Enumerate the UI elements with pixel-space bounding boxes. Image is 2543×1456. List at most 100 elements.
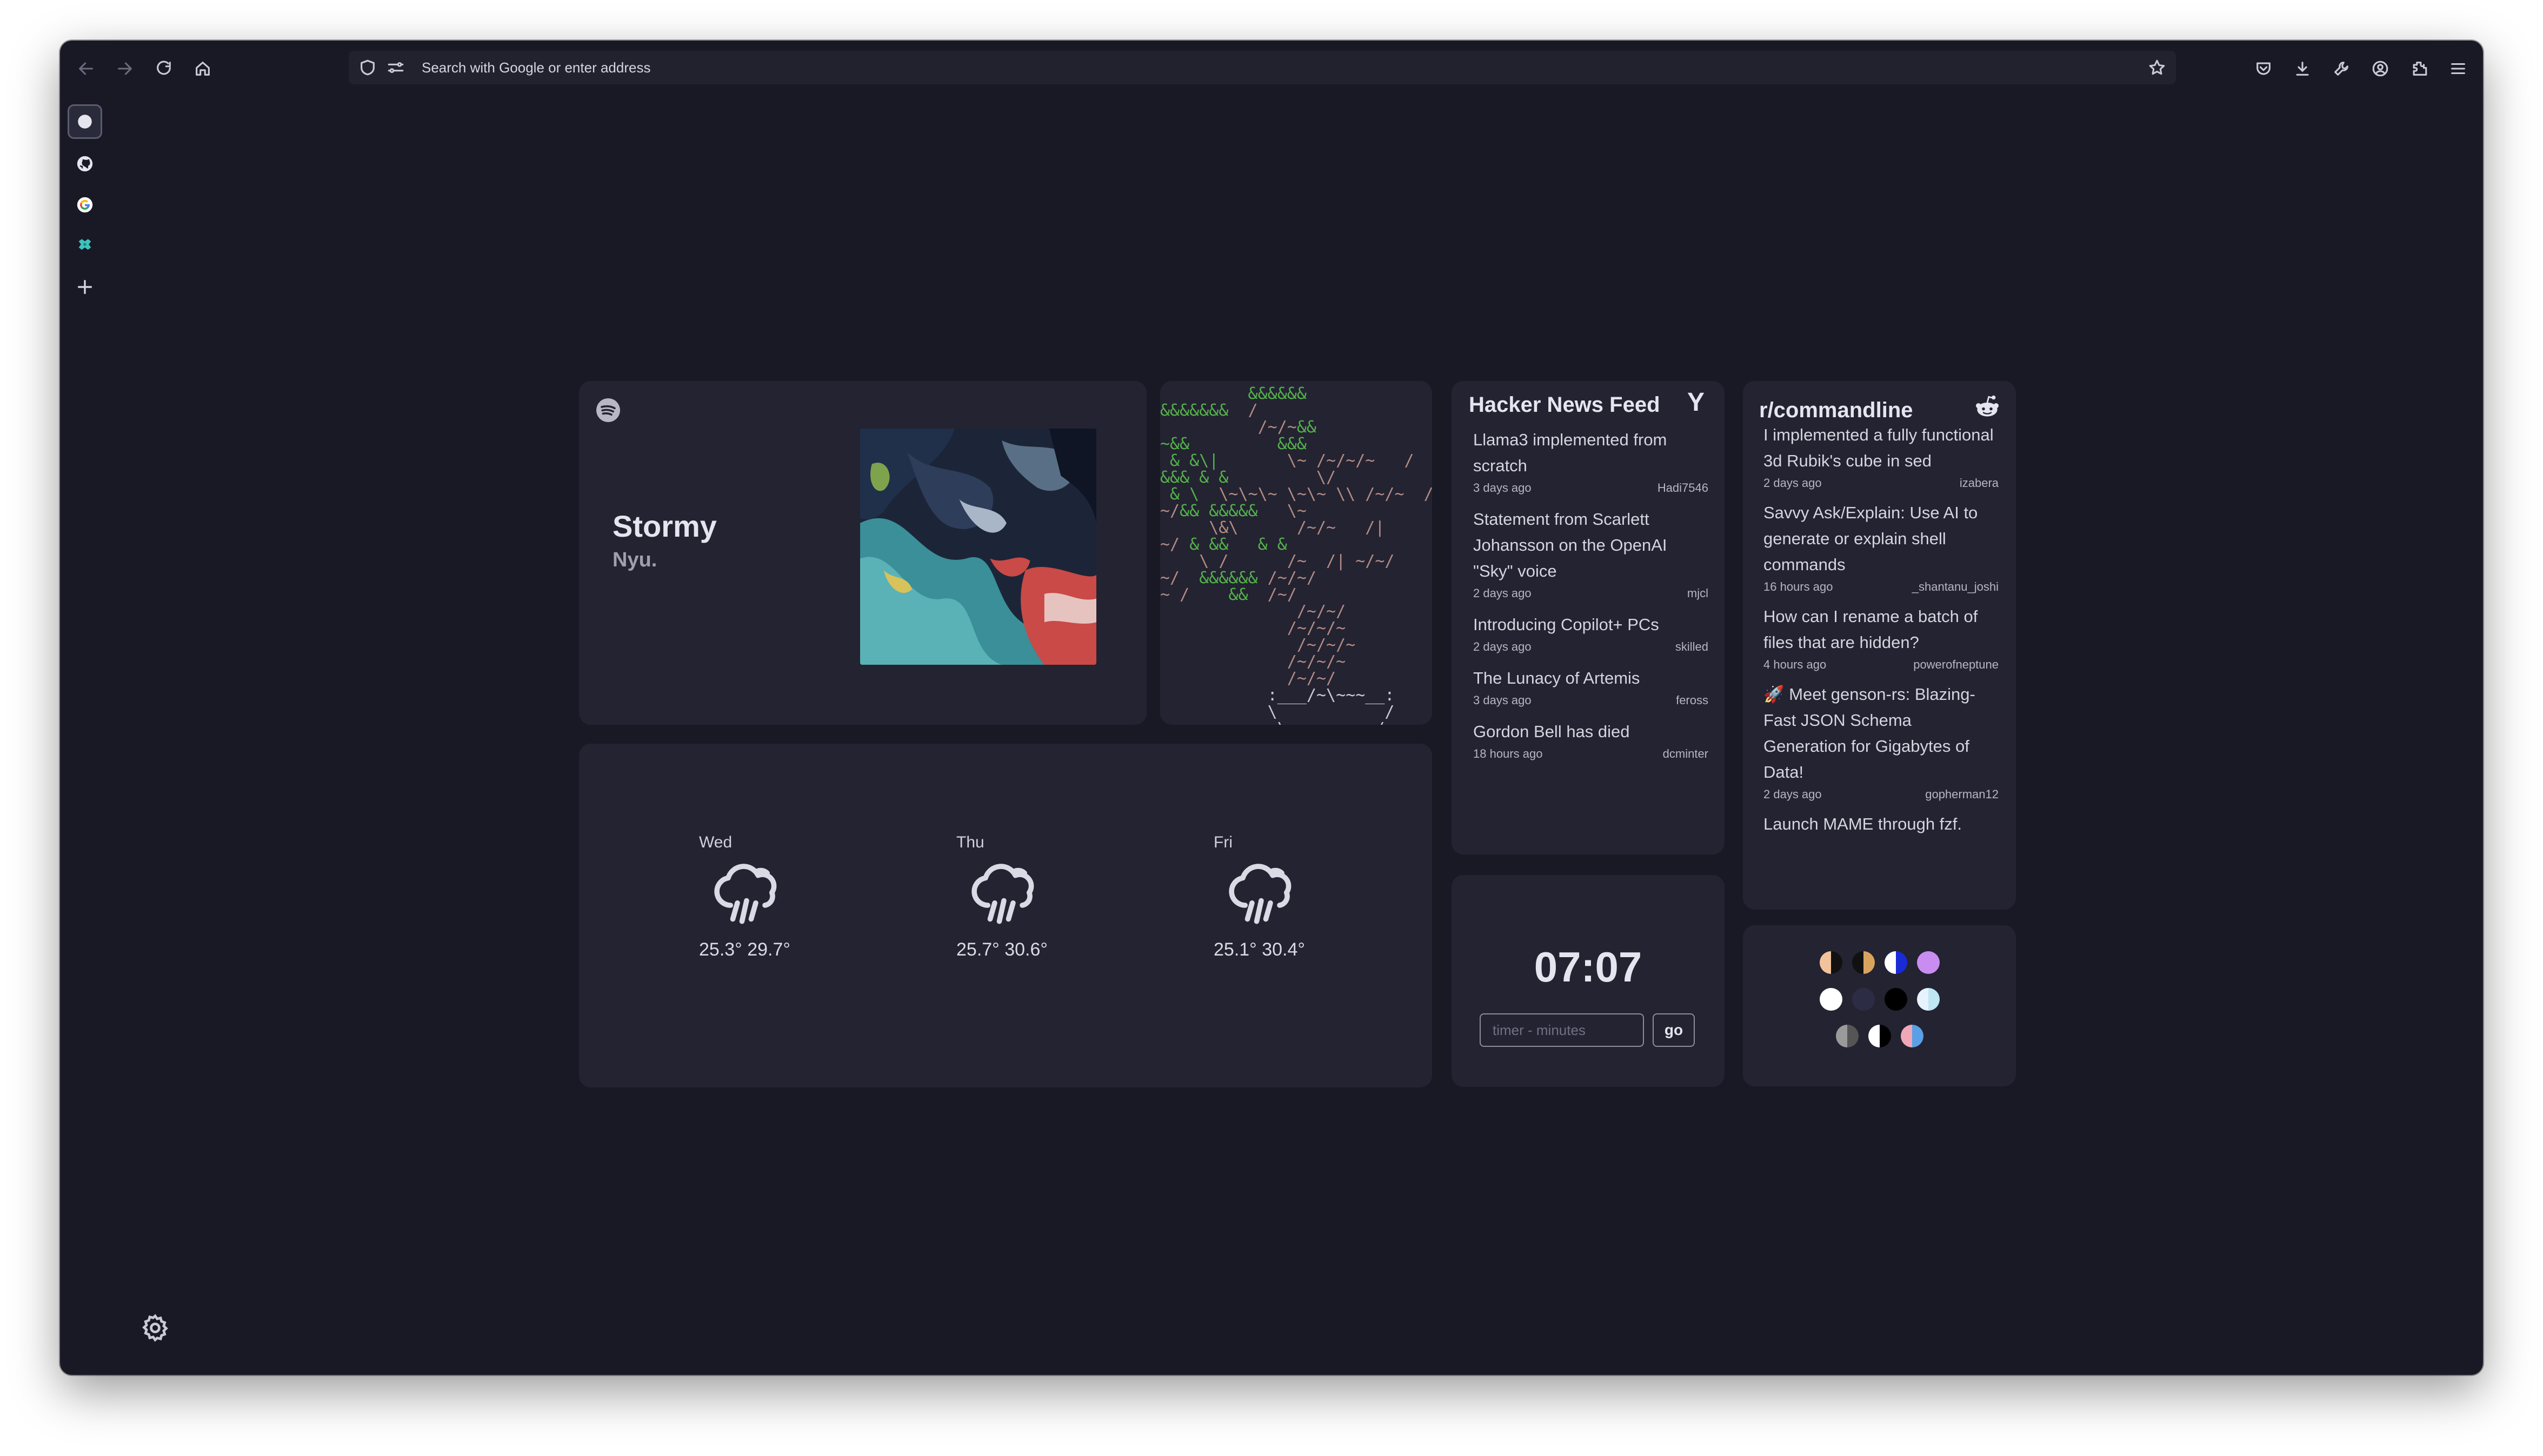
hn-item[interactable]: The Lunacy of Artemis 3 days ago feross — [1473, 665, 1708, 710]
hn-item[interactable]: Gordon Bell has died 18 hours ago dcminte… — [1473, 719, 1708, 763]
hn-item[interactable]: Llama3 implemented from scratch 3 days a… — [1473, 427, 1708, 497]
reddit-post[interactable]: 🚀 Meet genson-rs: Blazing-Fast JSON Sche… — [1763, 682, 1999, 804]
weather-widget: Wed 25.3° 29.7° Thu 25.7° 30.6° Fri 25.1… — [579, 744, 1432, 1087]
hn-item-author: Hadi7546 — [1657, 481, 1708, 495]
album-art[interactable] — [860, 429, 1096, 665]
arrow-left-icon — [79, 62, 93, 75]
hn-item-title[interactable]: Gordon Bell has died — [1473, 719, 1708, 745]
arrow-right-icon — [118, 62, 132, 75]
account-icon — [2372, 61, 2388, 77]
bonsai-widget: &&&&&& &&&&&&& / /~/~&& ~&& &&& & &\| \~… — [1160, 381, 1432, 725]
sidebar-add-button[interactable] — [68, 270, 102, 304]
theme-swatch[interactable] — [1852, 951, 1875, 974]
reddit-post-title[interactable]: 🚀 Meet genson-rs: Blazing-Fast JSON Sche… — [1763, 682, 1999, 785]
rain-icon — [1224, 859, 1298, 933]
reddit-post[interactable]: Savvy Ask/Explain: Use AI to generate or… — [1763, 500, 1999, 596]
reddit-post[interactable]: How can I rename a batch of files that a… — [1763, 604, 1999, 674]
hn-item-author: feross — [1676, 693, 1708, 707]
download-icon — [2296, 62, 2309, 76]
reddit-post-title[interactable]: Launch MAME through fzf. — [1763, 811, 1999, 837]
hn-item-time: 18 hours ago — [1473, 747, 1543, 760]
pocket-button[interactable] — [2249, 55, 2278, 83]
theme-picker-widget — [1743, 925, 2016, 1086]
hn-item-time: 3 days ago — [1473, 693, 1532, 707]
hn-item[interactable]: Introducing Copilot+ PCs 2 days ago skill… — [1473, 612, 1708, 656]
reload-icon — [157, 61, 171, 75]
home-button[interactable] — [189, 55, 217, 83]
theme-swatch[interactable] — [1917, 988, 1940, 1011]
extensions-button[interactable] — [2405, 55, 2433, 83]
shield-icon[interactable] — [358, 58, 377, 77]
theme-swatch[interactable] — [1917, 951, 1940, 974]
forward-button[interactable] — [111, 55, 139, 83]
weather-day-name: Thu — [956, 833, 984, 851]
menu-button[interactable] — [2444, 55, 2472, 83]
rain-icon — [967, 859, 1041, 933]
sidebar-item-home[interactable] — [68, 104, 102, 139]
back-button[interactable] — [72, 55, 100, 83]
reddit-widget: r/commandline I implemented a fully func… — [1743, 381, 2016, 910]
circle-icon — [78, 115, 92, 129]
reddit-post-author: _shantanu_joshi — [1912, 580, 1999, 593]
google-icon — [77, 197, 93, 213]
hn-title: Hacker News Feed — [1469, 393, 1660, 417]
timer-minutes-input[interactable] — [1480, 1013, 1644, 1047]
timer-go-button[interactable]: go — [1653, 1013, 1695, 1047]
reddit-post-time: 16 hours ago — [1763, 580, 1833, 593]
weather-day-name: Fri — [1214, 833, 1233, 851]
spotify-widget: Stormy Nyu. — [579, 381, 1147, 725]
theme-swatch[interactable] — [1901, 1025, 1923, 1047]
hn-item-title[interactable]: Statement from Scarlett Johansson on the… — [1473, 506, 1708, 584]
tools-button[interactable] — [2327, 55, 2355, 83]
hn-item-title[interactable]: Introducing Copilot+ PCs — [1473, 612, 1708, 638]
reddit-post-title[interactable]: Savvy Ask/Explain: Use AI to generate or… — [1763, 500, 1999, 578]
reddit-post[interactable]: Launch MAME through fzf. — [1763, 811, 1999, 837]
puzzle-icon — [78, 239, 91, 250]
sidebar-item-github[interactable] — [68, 146, 102, 181]
hn-item[interactable]: Statement from Scarlett Johansson on the… — [1473, 506, 1708, 603]
tune-icon[interactable] — [387, 58, 405, 77]
url-input[interactable] — [422, 57, 2098, 78]
hn-list: Llama3 implemented from scratch 3 days a… — [1473, 427, 1708, 772]
sidebar-item-extension[interactable] — [68, 229, 102, 263]
theme-swatch[interactable] — [1820, 988, 1842, 1011]
reddit-post-time: 4 hours ago — [1763, 658, 1827, 671]
theme-swatch[interactable] — [1852, 988, 1875, 1011]
weather-temps: 25.1° 30.4° — [1214, 939, 1306, 960]
hn-item-time: 2 days ago — [1473, 640, 1532, 653]
star-icon[interactable] — [2148, 58, 2166, 77]
theme-swatch[interactable] — [1820, 951, 1842, 974]
subreddit-title: r/commandline — [1759, 398, 1913, 422]
hn-item-time: 3 days ago — [1473, 481, 1532, 495]
puzzle-icon — [2413, 62, 2427, 76]
downloads-button[interactable] — [2288, 55, 2316, 83]
reddit-post-author: powerofneptune — [1913, 658, 1999, 671]
hn-item-author: mjcl — [1687, 586, 1708, 600]
account-button[interactable] — [2366, 55, 2394, 83]
y-combinator-icon[interactable]: Y — [1687, 388, 1705, 417]
spotify-icon[interactable] — [595, 397, 621, 423]
timer-widget: 07:07 go — [1452, 875, 1725, 1087]
pocket-icon — [2256, 62, 2271, 75]
reddit-icon[interactable] — [1972, 392, 2002, 422]
settings-button[interactable] — [138, 1311, 172, 1345]
hn-item-title[interactable]: The Lunacy of Artemis — [1473, 665, 1708, 691]
sidebar-item-google[interactable] — [68, 188, 102, 222]
address-bar[interactable] — [349, 51, 2176, 84]
weather-temps: 25.7° 30.6° — [956, 939, 1048, 960]
hn-item-title[interactable]: Llama3 implemented from scratch — [1473, 427, 1708, 479]
reddit-post-title[interactable]: How can I rename a batch of files that a… — [1763, 604, 1999, 656]
reload-button[interactable] — [150, 55, 178, 83]
reddit-post[interactable]: I implemented a fully functional 3d Rubi… — [1763, 422, 1999, 492]
theme-swatch[interactable] — [1836, 1025, 1859, 1047]
theme-swatch[interactable] — [1885, 988, 1907, 1011]
plus-icon — [77, 279, 92, 295]
theme-swatch[interactable] — [1885, 951, 1907, 974]
gear-icon — [142, 1314, 168, 1342]
browser-window: Stormy Nyu. &&&&&& &&&&&&& / — [60, 41, 2483, 1375]
theme-swatch[interactable] — [1868, 1025, 1891, 1047]
reddit-post-time: 2 days ago — [1763, 476, 1822, 490]
rain-icon — [710, 859, 783, 933]
reddit-post-title[interactable]: I implemented a fully functional 3d Rubi… — [1763, 422, 1999, 474]
clock-display: 07:07 — [1534, 943, 1642, 991]
